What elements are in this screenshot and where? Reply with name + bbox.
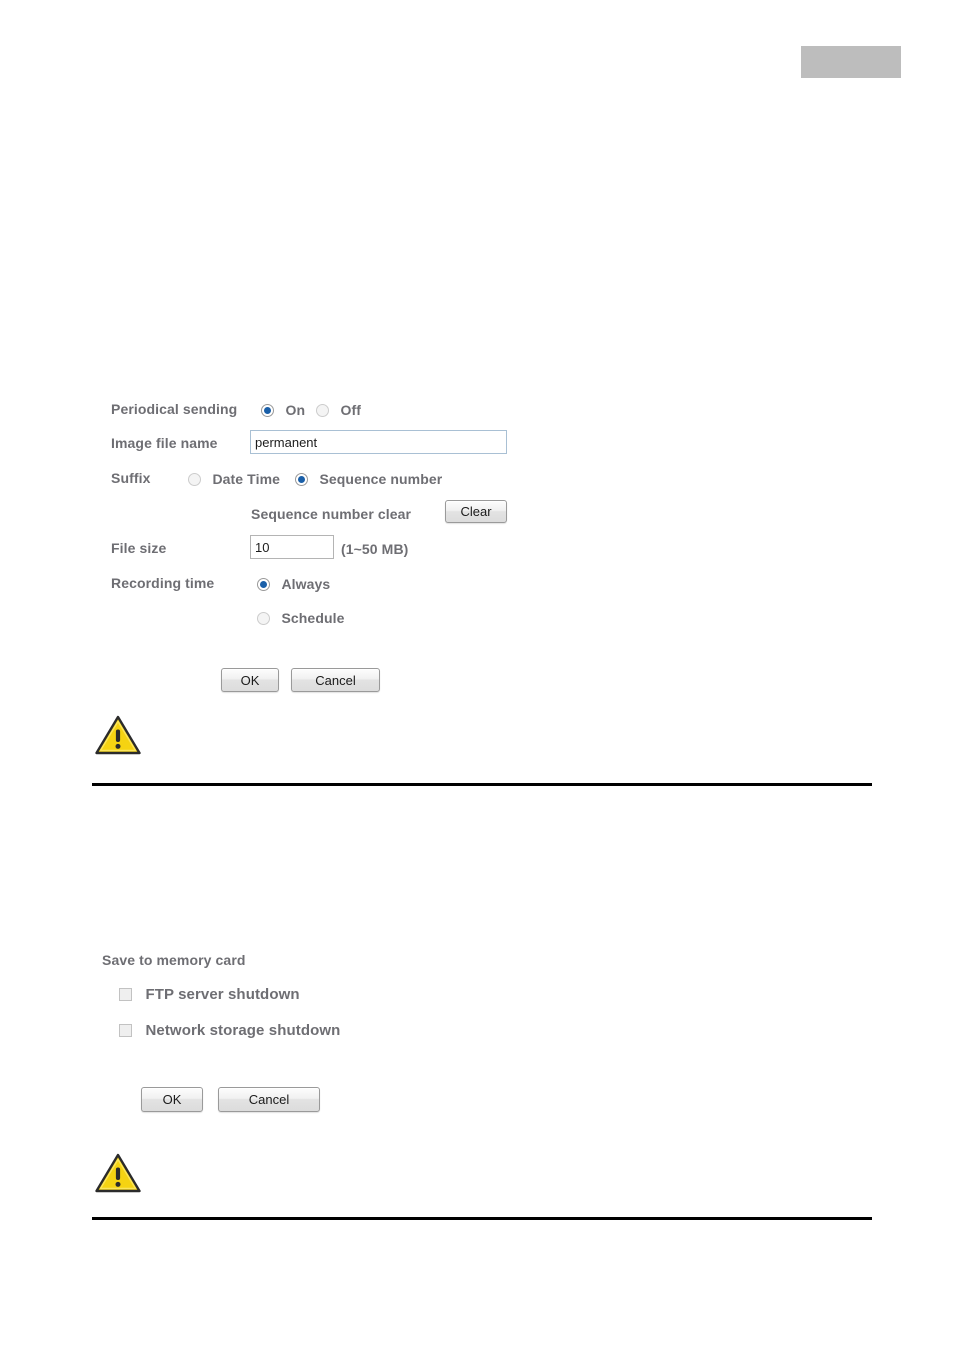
radio-sequence-number-indicator[interactable] xyxy=(295,473,308,486)
image-file-name-label: Image file name xyxy=(111,435,218,451)
suffix-radio-sequence-number[interactable]: Sequence number xyxy=(295,470,442,489)
section-divider-top xyxy=(92,783,872,786)
radio-always-indicator[interactable] xyxy=(257,578,270,591)
section2-cancel-button[interactable]: Cancel xyxy=(218,1087,320,1112)
radio-date-time-indicator[interactable] xyxy=(188,473,201,486)
periodical-sending-off-label: Off xyxy=(340,402,361,418)
recording-time-radio-always[interactable]: Always xyxy=(257,575,330,594)
recording-time-schedule-label: Schedule xyxy=(281,610,345,626)
periodical-sending-label: Periodical sending xyxy=(111,401,238,417)
suffix-label: Suffix xyxy=(111,470,151,486)
checkbox-ftp-server-shutdown[interactable]: FTP server shutdown xyxy=(119,986,300,1004)
image-file-name-input[interactable] xyxy=(250,430,507,454)
section2-ok-button[interactable]: OK xyxy=(141,1087,203,1112)
network-storage-shutdown-label: Network storage shutdown xyxy=(145,1022,341,1039)
file-size-label: File size xyxy=(111,540,167,556)
save-to-memory-card-form: Save to memory card FTP server shutdown … xyxy=(0,930,954,1210)
file-size-hint: (1~50 MB) xyxy=(341,541,409,557)
periodical-sending-on-label: On xyxy=(285,402,306,418)
sequence-number-clear-label: Sequence number clear xyxy=(251,506,412,522)
warning-triangle-icon xyxy=(94,1152,142,1194)
periodical-sending-form: Periodical sending On Off Image file nam… xyxy=(0,0,954,760)
checkbox-indicator[interactable] xyxy=(119,988,132,1001)
suffix-radio-date-time[interactable]: Date Time xyxy=(188,470,280,489)
checkbox-indicator[interactable] xyxy=(119,1024,132,1037)
periodical-sending-radio-on[interactable]: On xyxy=(261,401,305,420)
suffix-date-time-label: Date Time xyxy=(212,471,281,487)
section1-ok-button[interactable]: OK xyxy=(221,668,279,692)
section-divider-bottom xyxy=(92,1217,872,1220)
recording-time-always-label: Always xyxy=(281,576,331,592)
suffix-sequence-number-label: Sequence number xyxy=(319,471,443,487)
warning-triangle-icon xyxy=(94,714,142,756)
radio-on-indicator[interactable] xyxy=(261,404,274,417)
file-size-input[interactable] xyxy=(250,535,334,559)
recording-time-radio-schedule[interactable]: Schedule xyxy=(257,609,345,628)
sequence-number-clear-button[interactable]: Clear xyxy=(445,500,507,523)
page-canvas: Periodical sending On Off Image file nam… xyxy=(0,0,954,1350)
radio-off-indicator[interactable] xyxy=(316,404,329,417)
ftp-server-shutdown-label: FTP server shutdown xyxy=(145,986,300,1003)
recording-time-label: Recording time xyxy=(111,575,215,591)
save-to-memory-card-heading: Save to memory card xyxy=(102,952,246,968)
checkbox-network-storage-shutdown[interactable]: Network storage shutdown xyxy=(119,1022,340,1040)
periodical-sending-radio-off[interactable]: Off xyxy=(316,401,361,420)
radio-schedule-indicator[interactable] xyxy=(257,612,270,625)
section1-cancel-button[interactable]: Cancel xyxy=(291,668,380,692)
